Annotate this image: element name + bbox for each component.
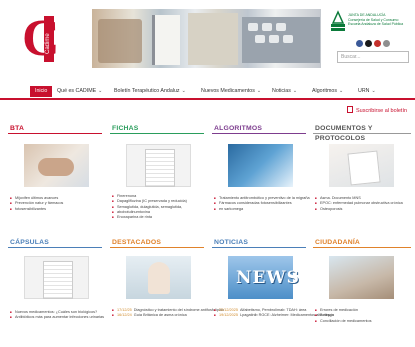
list-item[interactable]: en sarkomega [214,207,310,213]
junta-line: Escuela Andaluza de Salud Pública [348,22,404,26]
chevron-down-icon: ⌄ [339,88,344,94]
list-item[interactable]: Antibióticos más para aumentar infeccion… [10,315,104,321]
section-image[interactable] [24,144,89,187]
chevron-down-icon: ⌄ [292,88,298,94]
news-image-text: NEWS [236,268,300,288]
email-icon[interactable] [383,40,390,47]
nav-label: Noticias [272,88,291,94]
section-title[interactable]: FICHAS [110,124,204,134]
junta-andalucia-logo[interactable]: JUNTA DE ANDALUCÍA Consejería de Salud y… [331,10,411,38]
item-date: 22/12/2025 [219,308,239,312]
section-image[interactable] [329,144,394,187]
section-list: Mijoxifen últimos avances Prevención nat… [10,196,63,212]
subscribe-link[interactable]: Suscribirse al boletín [347,106,407,114]
section-bta: BTA Mijoxifen últimos avances Prevención… [8,124,102,234]
section-list: 17/12/25Diagnóstico y tratamiento del sí… [112,308,224,319]
section-noticias: NOTICIAS NEWS 22/12/2025Alfabetismo, Pem… [212,238,334,343]
search-input[interactable]: Buscar... [337,51,409,63]
chevron-down-icon: ⌄ [98,88,103,94]
section-title[interactable]: CIUDADANÍA [313,238,411,248]
list-item[interactable]: 16/12/24Guía Británica de asma crónica [112,313,224,319]
nav-label: Qué es CADIME [57,88,97,94]
subscribe-label: Suscribirse al boletín [356,108,408,114]
nav-label: Boletín Terapéutico Andaluz [114,88,180,94]
list-item[interactable]: Conciliación de medicamentos [315,319,372,325]
nav-item-algoritmos[interactable]: Algoritmos ⌄ [312,86,343,97]
item-text: Diagnóstico y tratamiento del síndrome a… [133,308,225,312]
section-title[interactable]: DESTACADOS [110,238,204,248]
social-links [356,40,390,48]
list-item[interactable]: Osteoporosis [315,207,403,213]
nav-label: Nuevos Medicamentos [201,88,255,94]
banner-tile [98,19,142,63]
cadime-logo[interactable]: C Cadime [22,13,60,65]
junta-text: JUNTA DE ANDALUCÍA Consejería de Salud y… [348,13,410,27]
section-title[interactable]: ALGORITMOS [212,124,306,134]
nav-item-noticias[interactable]: Noticias ⌄ [272,86,297,97]
section-documentos: DOCUMENTOS Y PROTOCOLOS Asma. Documento … [313,124,411,234]
section-title[interactable]: CÁPSULAS [8,238,102,248]
banner-tile [188,13,238,65]
section-ciudadania: CIUDADANÍA Errores de medicación Botiquí… [313,238,411,343]
section-title[interactable]: DOCUMENTOS Y PROTOCOLOS [313,124,411,142]
section-image[interactable] [24,256,89,299]
facebook-icon[interactable] [356,40,363,47]
section-fichas: FICHAS Finerenona Dapagliflozina (IC pre… [110,124,204,234]
item-text: Guía Británica de asma crónica [133,313,187,318]
banner-key [248,23,258,31]
item-date: 17/12/25 [117,308,132,312]
section-list: Nuevos medicamentos: ¿Cuáles son biológi… [10,310,104,321]
banner-key [276,23,286,31]
nav-item-boletin[interactable]: Boletín Terapéutico Andaluz ⌄ [114,86,186,97]
item-text: Alfabetismo, Pembrolimab: TDAH: área [240,308,307,312]
junta-emblem-icon [331,10,345,31]
list-item[interactable]: fotosensibilizantes [10,207,63,213]
section-image[interactable] [126,256,191,299]
list-item[interactable]: Enoxaparina de rinta [112,215,187,221]
nav-item-inicio[interactable]: Inicio [30,86,53,97]
banner-key [283,35,293,43]
newsletter-icon [347,106,353,113]
chevron-down-icon: ⌄ [256,88,262,94]
youtube-icon[interactable] [374,40,381,47]
section-image[interactable]: NEWS [228,256,299,299]
nav-item-que-es-cadime[interactable]: Qué es CADIME ⌄ [57,86,102,97]
section-image[interactable] [329,256,394,299]
section-list: Errores de medicación Botiquín Conciliac… [315,308,372,324]
section-destacados: DESTACADOS 17/12/25Diagnóstico y tratami… [110,238,224,343]
nav-label: URN [358,88,370,94]
banner-key [255,35,265,43]
section-list: Tratamiento antitrombótico y preventivo … [214,196,310,212]
main-nav: Inicio Qué es CADIME ⌄ Boletín Terapéutic… [0,83,415,100]
x-twitter-icon[interactable] [365,40,372,47]
nav-label: Algoritmos [312,88,338,94]
banner-key [269,35,279,43]
section-image[interactable] [228,144,293,187]
header: C Cadime JUNTA DE ANDALUCÍA Consejería d… [0,0,415,82]
chevron-down-icon: ⌄ [371,88,376,94]
item-date: 16/12/24 [117,313,132,318]
nav-label: Inicio [35,88,48,94]
section-list: Asma. Documento MNS EPOC: enfermedad pul… [315,196,403,212]
logo-text: Cadime [45,33,51,54]
banner-tile [152,15,180,65]
nav-item-nuevos-medicamentos[interactable]: Nuevos Medicamentos ⌄ [201,86,261,97]
chevron-down-icon: ⌄ [181,88,186,94]
header-banner-image [92,9,321,68]
section-capsulas: CÁPSULAS Nuevos medicamentos: ¿Cuáles so… [8,238,104,343]
nav-item-urn[interactable]: URN ⌄ [358,86,376,97]
section-title[interactable]: NOTICIAS [212,238,306,248]
banner-key [262,23,272,31]
section-title[interactable]: BTA [8,124,102,134]
section-image[interactable] [126,144,191,187]
section-algoritmos: ALGORITMOS Tratamiento antitrombótico y … [212,124,310,234]
section-list: Finerenona Dapagliflozina (IC preservada… [112,194,187,221]
item-date: 19/12/2025 [219,313,239,318]
